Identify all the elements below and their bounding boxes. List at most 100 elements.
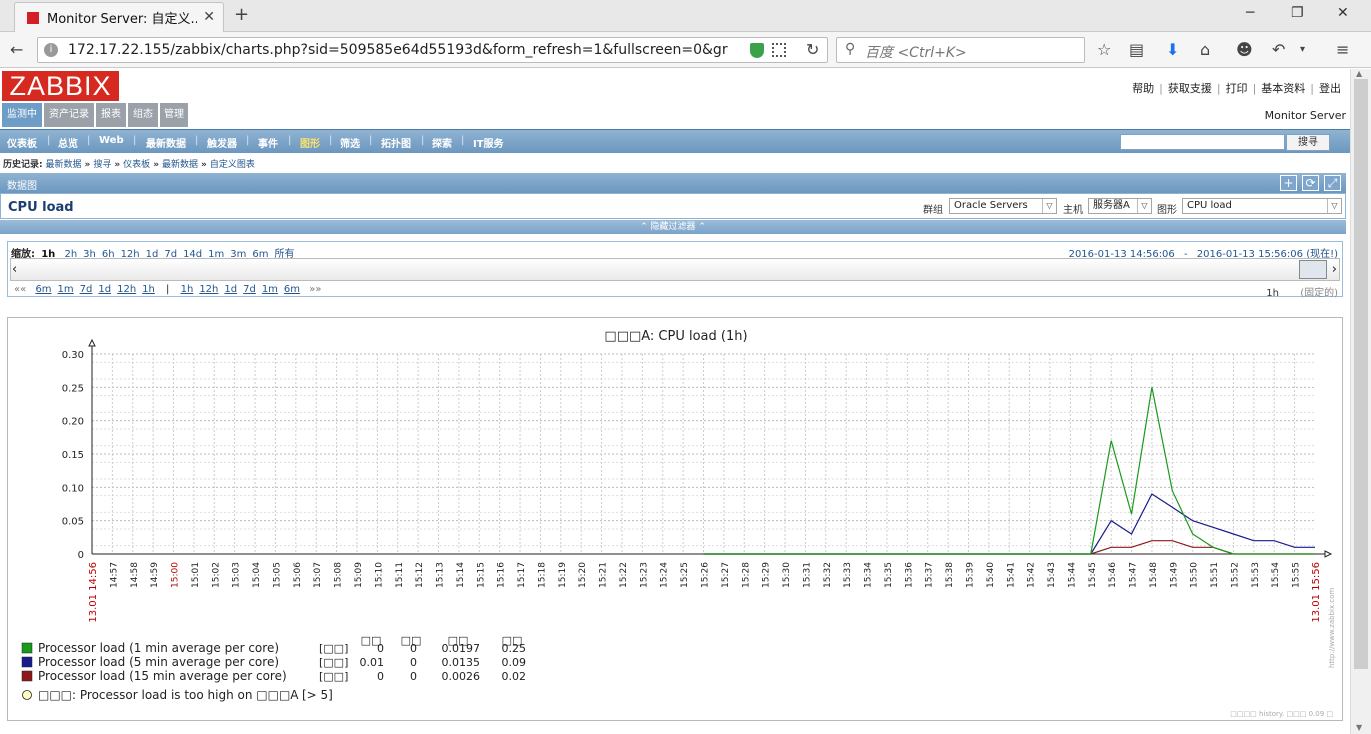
qr-code-icon[interactable] — [772, 43, 786, 57]
submenu-latest-data[interactable]: 最新数据 — [146, 135, 186, 150]
fullscreen-icon[interactable]: ⤢ — [1324, 175, 1341, 191]
back-option[interactable]: 6m — [32, 284, 54, 295]
menu-configuration[interactable]: 组态 — [128, 103, 158, 127]
menu-inventory[interactable]: 资产记录 — [44, 103, 94, 127]
submenu-screens[interactable]: 筛选 — [340, 135, 360, 150]
minimize-icon[interactable]: ─ — [1246, 5, 1254, 21]
scrollbar-thumb[interactable] — [1354, 79, 1368, 669]
undo-icon[interactable]: ↶ — [1272, 40, 1285, 59]
trigger-icon — [22, 690, 32, 700]
fwd-nav[interactable]: »» — [306, 284, 324, 295]
submenu-triggers[interactable]: 触发器 — [207, 135, 237, 150]
download-icon[interactable]: ⬇ — [1166, 40, 1179, 59]
menu-search-button[interactable]: 搜寻 — [1286, 134, 1330, 151]
logout-link[interactable]: 登出 — [1314, 82, 1346, 95]
help-link[interactable]: 帮助 — [1127, 82, 1159, 95]
scroll-up-icon[interactable]: ▲ — [1356, 69, 1362, 78]
x-tick-label: 15:52 — [1230, 562, 1240, 588]
new-tab-icon[interactable]: + — [234, 4, 249, 25]
browser-tab[interactable]: Monitor Server: 自定义... ✕ — [14, 2, 224, 32]
menu-icon[interactable]: ≡ — [1336, 40, 1349, 59]
add-to-favorites-icon[interactable]: + — [1280, 175, 1297, 191]
trigger-label: □□□: Processor load is too high on □□□A — [38, 688, 299, 702]
shield-icon[interactable] — [750, 43, 764, 58]
timeline-scrollbar[interactable]: ‹ › — [10, 258, 1340, 281]
close-tab-icon[interactable]: ✕ — [203, 9, 215, 25]
back-option[interactable]: 12h — [114, 284, 139, 295]
menu-reports[interactable]: 报表 — [96, 103, 126, 127]
x-tick-label: 15:09 — [354, 562, 364, 588]
reading-list-icon[interactable]: ▤ — [1129, 40, 1144, 59]
restore-icon[interactable]: ❐ — [1291, 5, 1304, 21]
search-box[interactable]: ⚲ 百度 <Ctrl+K> — [836, 37, 1085, 63]
main-menu: 监测中 资产记录 报表 组态 管理 Monitor Server — [0, 103, 1350, 127]
legend-last: 0 — [377, 642, 384, 655]
fwd-option[interactable]: 1m — [259, 284, 281, 295]
scroll-left-icon[interactable]: ‹ — [12, 262, 17, 277]
address-bar[interactable]: i 172.17.22.155/zabbix/charts.php?sid=50… — [37, 37, 828, 63]
legend-avg: 0.0135 — [442, 656, 481, 669]
fwd-option[interactable]: 1h — [178, 284, 197, 295]
legend-avg: 0.0197 — [442, 642, 481, 655]
menu-monitoring[interactable]: 监测中 — [2, 103, 42, 127]
back-nav[interactable]: «« — [11, 284, 29, 295]
history-item[interactable]: 最新数据 — [45, 160, 81, 170]
submenu-maps[interactable]: 拓扑图 — [381, 135, 411, 150]
chat-icon[interactable]: ☻ — [1236, 40, 1253, 59]
history-item[interactable]: 搜寻 — [93, 160, 111, 170]
print-link[interactable]: 打印 — [1221, 82, 1253, 95]
x-tick-label: 15:01 — [191, 562, 201, 588]
submenu-events[interactable]: 事件 — [258, 135, 278, 150]
section-title: 数据图 — [7, 181, 37, 192]
menu-administration[interactable]: 管理 — [160, 103, 188, 127]
legend-series-name: Processor load (5 min average per core) — [38, 655, 279, 669]
submenu-web[interactable]: Web — [99, 135, 124, 146]
submenu-graphs[interactable]: 图形 — [300, 135, 320, 150]
chevron-down-icon: ▽ — [1137, 199, 1151, 213]
back-option[interactable]: 7d — [77, 284, 96, 295]
close-window-icon[interactable]: ✕ — [1337, 5, 1349, 21]
submenu-discovery[interactable]: 探索 — [432, 135, 452, 150]
group-select[interactable]: Oracle Servers ▽ — [949, 198, 1057, 214]
profile-link[interactable]: 基本资料 — [1256, 82, 1310, 95]
fwd-option[interactable]: 6m — [281, 284, 303, 295]
fwd-option[interactable]: 1d — [221, 284, 240, 295]
support-link[interactable]: 获取支援 — [1163, 82, 1217, 95]
section-header: 数据图 + ⟳ ⤢ — [0, 173, 1346, 193]
back-option[interactable]: 1d — [95, 284, 114, 295]
dropdown-icon[interactable]: ▾ — [1300, 44, 1305, 55]
bookmark-star-icon[interactable]: ☆ — [1097, 40, 1111, 59]
page-scrollbar[interactable]: ▲ ▼ — [1350, 69, 1371, 734]
host-select[interactable]: 服务器A ▽ — [1088, 198, 1152, 214]
x-tick-label: 15:32 — [823, 562, 833, 588]
legend-last: 0.01 — [360, 656, 385, 669]
fwd-option[interactable]: 7d — [240, 284, 259, 295]
site-info-icon[interactable]: i — [44, 43, 58, 57]
back-icon[interactable]: ← — [10, 40, 23, 59]
back-option[interactable]: 1h — [139, 284, 158, 295]
legend-min: 0 — [410, 656, 417, 669]
fwd-option[interactable]: 12h — [196, 284, 221, 295]
zabbix-logo[interactable]: ZABBIX — [2, 71, 119, 101]
history-item[interactable]: 自定义图表 — [210, 160, 255, 170]
legend-min: 0 — [410, 642, 417, 655]
submenu-dashboard[interactable]: 仪表板 — [7, 135, 37, 150]
graph-select[interactable]: CPU load ▽ — [1182, 198, 1342, 214]
submenu-overview[interactable]: 总览 — [58, 135, 78, 150]
hide-filter-toggle[interactable]: ⌃ 隐藏过滤器 ⌃ — [0, 220, 1346, 234]
back-option[interactable]: 1m — [55, 284, 77, 295]
scroll-right-icon[interactable]: › — [1332, 262, 1337, 277]
tab-title: Monitor Server: 自定义... — [47, 12, 197, 27]
home-icon[interactable]: ⌂ — [1200, 40, 1210, 59]
fixed-toggle[interactable]: (固定的) — [1282, 288, 1338, 299]
reload-icon[interactable]: ↻ — [806, 40, 819, 59]
zabbix-favicon-icon — [27, 11, 39, 24]
menu-search-input[interactable] — [1120, 134, 1285, 150]
timeline-handle[interactable] — [1299, 260, 1327, 279]
history-item[interactable]: 最新数据 — [162, 160, 198, 170]
x-tick-label: 15:50 — [1190, 562, 1200, 588]
history-item[interactable]: 仪表板 — [123, 160, 150, 170]
scroll-down-icon[interactable]: ▼ — [1356, 723, 1362, 732]
submenu-it-services[interactable]: IT服务 — [473, 135, 504, 150]
refresh-icon[interactable]: ⟳ — [1302, 175, 1319, 191]
